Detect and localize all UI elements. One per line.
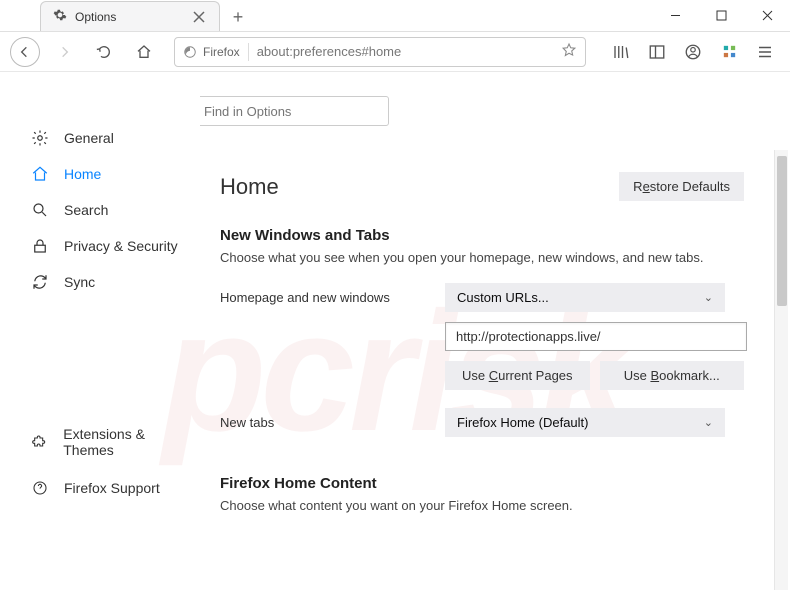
sidebar: General Home Search Privacy & Security S… [0,72,200,520]
gear-icon [53,8,67,25]
homepage-select[interactable]: Custom URLs... ⌄ [445,283,725,312]
homepage-buttons: Use Current Pages Use Bookmark... [445,361,744,390]
find-input[interactable] [204,104,380,119]
titlebar: Options + [0,0,790,32]
lock-icon [30,236,50,256]
sync-icon [30,272,50,292]
sidebar-item-label: Firefox Support [64,480,160,496]
minimize-button[interactable] [652,0,698,31]
find-in-options[interactable] [200,96,389,126]
homepage-label: Homepage and new windows [220,290,445,305]
section-desc: Choose what content you want on your Fir… [220,498,744,513]
home-button[interactable] [128,36,160,68]
section-title: New Windows and Tabs [220,227,744,244]
chevron-down-icon: ⌄ [704,291,713,304]
question-icon [30,478,50,498]
forward-button[interactable] [48,36,80,68]
sidebar-item-general[interactable]: General [24,120,200,156]
menu-icon[interactable] [750,37,780,67]
url-identity: Firefox [183,45,240,59]
new-tab-button[interactable]: + [224,3,252,31]
close-icon[interactable] [191,9,207,25]
newtabs-label: New tabs [220,415,445,430]
sidebar-item-label: Extensions & Themes [63,426,194,458]
window-controls [652,0,790,31]
select-value: Custom URLs... [457,290,549,305]
toolbar: Firefox about:preferences#home [0,32,790,72]
row-newtabs: New tabs Firefox Home (Default) ⌄ [220,408,744,437]
sidebar-item-search[interactable]: Search [24,192,200,228]
sidebar-icon[interactable] [642,37,672,67]
section-header: Home Restore Defaults [220,172,744,201]
tab-title: Options [75,10,183,24]
bookmark-star-icon[interactable] [561,42,577,61]
page-title: Home [220,174,279,200]
url-separator [248,43,249,61]
url-bar[interactable]: Firefox about:preferences#home [174,37,586,67]
sidebar-item-label: Search [64,202,108,218]
search-icon [30,200,50,220]
restore-defaults-button[interactable]: Restore Defaults [619,172,744,201]
tab-strip: Options + [0,0,252,31]
extensions-icon[interactable] [714,37,744,67]
scroll-thumb[interactable] [777,156,787,306]
reload-button[interactable] [88,36,120,68]
chevron-down-icon: ⌄ [704,416,713,429]
close-window-button[interactable] [744,0,790,31]
select-value: Firefox Home (Default) [457,415,588,430]
sidebar-item-label: General [64,130,114,146]
url-text: about:preferences#home [257,44,553,59]
account-icon[interactable] [678,37,708,67]
back-button[interactable] [10,37,40,67]
use-bookmark-button[interactable]: Use Bookmark... [600,361,745,390]
homepage-url-input[interactable] [445,322,747,351]
toolbar-right [606,37,780,67]
sidebar-item-privacy[interactable]: Privacy & Security [24,228,200,264]
sidebar-item-support[interactable]: Firefox Support [24,470,200,506]
firefox-icon [183,45,197,59]
sidebar-item-home[interactable]: Home [24,156,200,192]
maximize-button[interactable] [698,0,744,31]
newtabs-select[interactable]: Firefox Home (Default) ⌄ [445,408,725,437]
puzzle-icon [30,432,49,452]
gear-icon [30,128,50,148]
url-identity-label: Firefox [203,45,240,59]
main: Home Restore Defaults New Windows and Ta… [200,72,790,520]
section-desc: Choose what you see when you open your h… [220,250,744,265]
sidebar-item-extensions[interactable]: Extensions & Themes [24,418,200,466]
sidebar-item-label: Sync [64,274,95,290]
tab-options[interactable]: Options [40,1,220,31]
home-icon [30,164,50,184]
scrollbar[interactable] [774,150,788,590]
sidebar-item-sync[interactable]: Sync [24,264,200,300]
library-icon[interactable] [606,37,636,67]
content: pcrisk General Home Search Privacy & Sec… [0,72,790,520]
row-homepage: Homepage and new windows Custom URLs... … [220,283,744,312]
sidebar-item-label: Home [64,166,101,182]
sidebar-item-label: Privacy & Security [64,238,178,254]
section-title: Firefox Home Content [220,475,744,492]
use-current-pages-button[interactable]: Use Current Pages [445,361,590,390]
